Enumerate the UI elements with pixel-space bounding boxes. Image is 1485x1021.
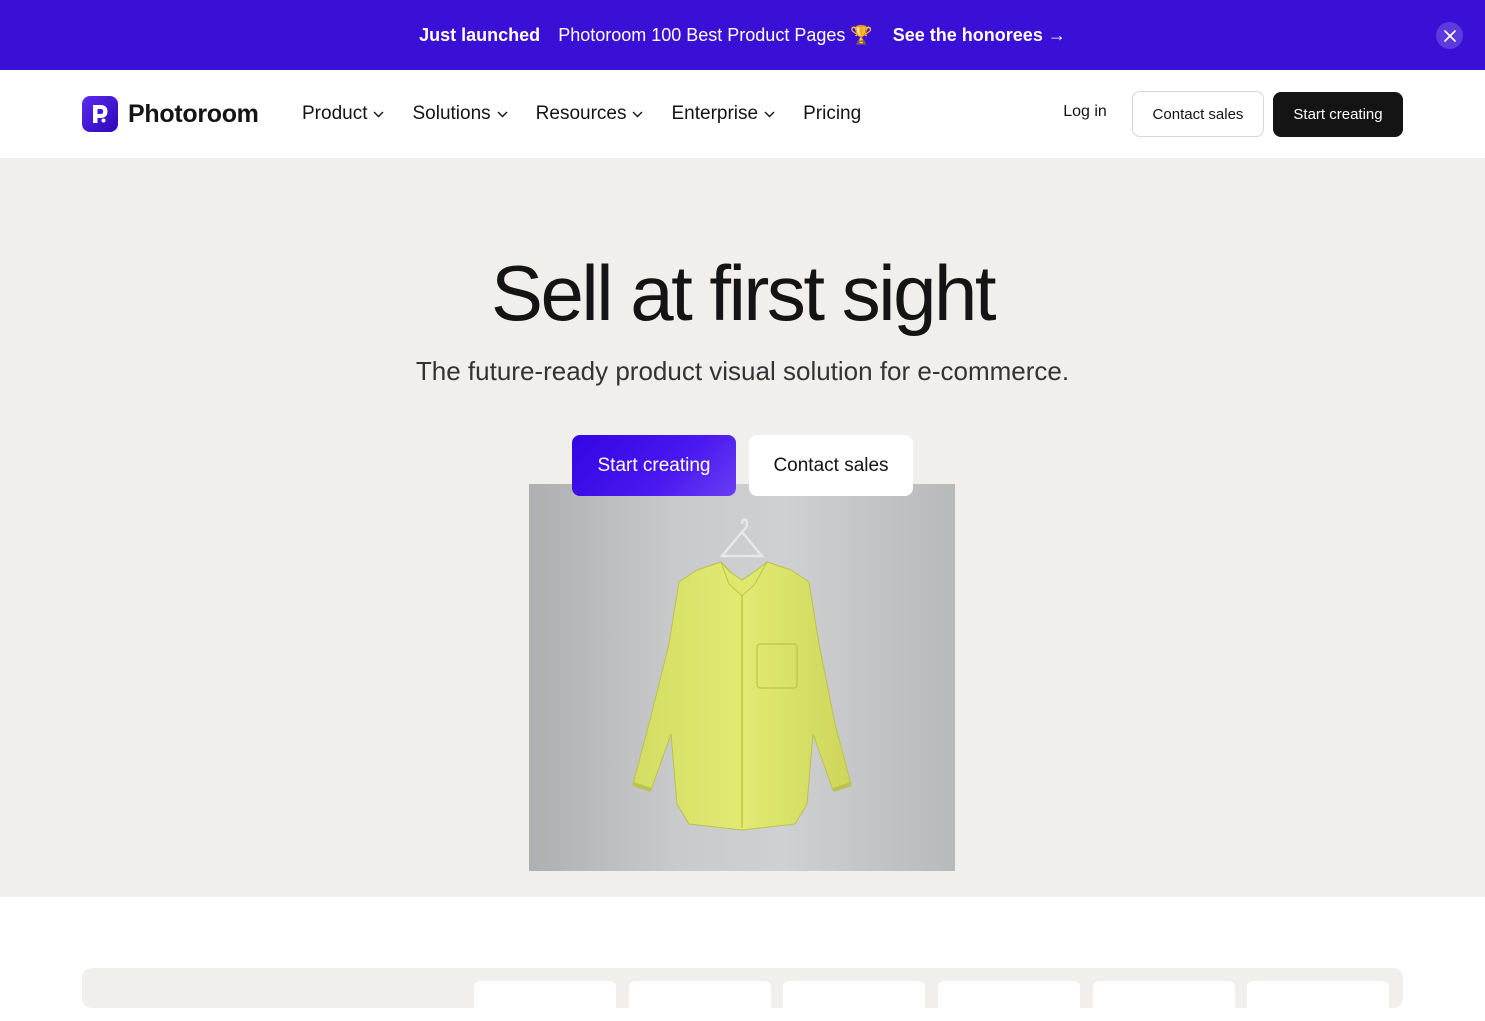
menu-item-label: Enterprise (671, 103, 759, 124)
showcase-card[interactable] (1247, 981, 1389, 1021)
menu-item-label: Solutions (412, 103, 491, 124)
hero-start-creating-button[interactable]: Start creating (572, 435, 736, 496)
showcase-card[interactable] (938, 981, 1080, 1021)
menu-item-solutions[interactable]: Solutions (412, 102, 508, 126)
banner-content: Just launched Photoroom 100 Best Product… (0, 0, 1485, 70)
menu-item-label: Product (302, 103, 368, 124)
menu-item-resources[interactable]: Resources (536, 102, 644, 126)
close-icon (1443, 29, 1456, 42)
showcase-card[interactable] (1093, 981, 1235, 1021)
menu-item-pricing[interactable]: Pricing (803, 102, 861, 126)
hero-title: Sell at first sight (490, 249, 997, 337)
showcase-card[interactable] (629, 981, 771, 1021)
contact-sales-button[interactable]: Contact sales (1132, 91, 1264, 137)
hero-product-image (529, 484, 955, 871)
hero-section: Sell at first sight The future-ready pro… (0, 158, 1485, 897)
banner-label: Just launched (419, 24, 541, 45)
showcase-panel (82, 968, 1403, 1021)
banner-honorees-link[interactable]: See the honorees → (893, 25, 1066, 46)
menu-item-label: Resources (535, 103, 627, 124)
showcase-card[interactable] (474, 981, 616, 1021)
banner-close-button[interactable] (1436, 22, 1463, 49)
brand-name: Photoroom (128, 99, 259, 128)
chevron-down-icon (632, 111, 643, 118)
chevron-down-icon (373, 111, 384, 118)
hero-subtitle: The future-ready product visual solution… (415, 356, 1070, 386)
photoroom-logo-icon (82, 96, 118, 132)
banner-message: Photoroom 100 Best Product Pages 🏆 (558, 24, 873, 45)
start-creating-button[interactable]: Start creating (1273, 92, 1403, 137)
announcement-banner: Just launched Photoroom 100 Best Product… (0, 0, 1485, 70)
main-menu: Product Solutions Resources Enterprise P… (302, 102, 889, 126)
yellow-shirt-image (632, 518, 852, 831)
login-link[interactable]: Log in (1050, 103, 1120, 125)
menu-item-product[interactable]: Product (302, 102, 384, 126)
menu-item-enterprise[interactable]: Enterprise (671, 102, 775, 126)
chevron-down-icon (764, 111, 775, 118)
showcase-card[interactable] (783, 981, 925, 1021)
chevron-down-icon (497, 111, 508, 118)
logo-link[interactable]: Photoroom (82, 96, 259, 132)
hero-contact-sales-button[interactable]: Contact sales (749, 435, 913, 496)
lower-section (0, 897, 1485, 1021)
menu-item-label: Pricing (803, 103, 862, 124)
top-navigation: Photoroom Product Solutions Resources En… (0, 70, 1485, 158)
